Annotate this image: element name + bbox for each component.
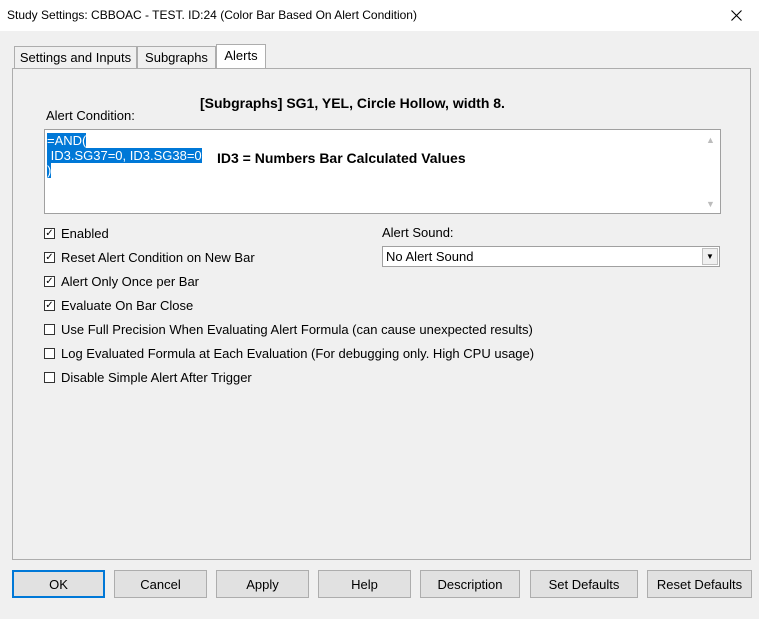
checkbox-box[interactable]: ✓	[44, 275, 55, 287]
reset-defaults-button[interactable]: Reset Defaults	[647, 570, 752, 598]
formula-line-2: ID3.SG37=0, ID3.SG38=0	[47, 148, 202, 163]
title-bar: Study Settings: CBBOAC - TEST. ID:24 (Co…	[0, 0, 759, 31]
chevron-down-icon[interactable]: ▼	[702, 248, 718, 265]
alert-sound-label: Alert Sound:	[382, 225, 454, 240]
checkbox-label: Use Full Precision When Evaluating Alert…	[61, 321, 533, 337]
alert-condition-input[interactable]: =AND( ID3.SG37=0, ID3.SG38=0 ) ▲ ▼	[44, 129, 721, 214]
enabled-checkbox[interactable]: ✓ Enabled	[44, 224, 109, 242]
subgraph-heading: [Subgraphs] SG1, YEL, Circle Hollow, wid…	[200, 95, 505, 111]
checkbox-box[interactable]: ✓	[44, 227, 55, 239]
window-title: Study Settings: CBBOAC - TEST. ID:24 (Co…	[7, 8, 417, 22]
checkbox-box[interactable]: ✓	[44, 299, 55, 311]
alert-condition-label: Alert Condition:	[46, 108, 135, 123]
set-defaults-button[interactable]: Set Defaults	[530, 570, 638, 598]
checkbox-label: Evaluate On Bar Close	[61, 297, 194, 313]
close-icon	[730, 10, 742, 21]
scroll-down-icon[interactable]: ▼	[702, 195, 719, 212]
checkbox-label: Enabled	[61, 225, 109, 241]
checkbox-box[interactable]: ✓	[44, 251, 55, 263]
formula-scrollbar[interactable]: ▲ ▼	[702, 131, 719, 212]
checkbox-box[interactable]	[44, 323, 55, 335]
full-precision-checkbox[interactable]: Use Full Precision When Evaluating Alert…	[44, 320, 533, 338]
apply-button[interactable]: Apply	[216, 570, 309, 598]
cancel-button[interactable]: Cancel	[114, 570, 207, 598]
log-formula-checkbox[interactable]: Log Evaluated Formula at Each Evaluation…	[44, 344, 534, 362]
checkbox-box[interactable]	[44, 347, 55, 359]
checkbox-label: Disable Simple Alert After Trigger	[61, 369, 252, 385]
checkbox-label: Log Evaluated Formula at Each Evaluation…	[61, 345, 535, 361]
checkbox-box[interactable]	[44, 371, 55, 383]
close-button[interactable]	[713, 0, 759, 31]
checkbox-label: Alert Only Once per Bar	[61, 273, 199, 289]
tab-subgraphs[interactable]: Subgraphs	[137, 46, 216, 68]
scroll-up-icon[interactable]: ▲	[702, 131, 719, 148]
description-button[interactable]: Description	[420, 570, 520, 598]
tab-settings-and-inputs[interactable]: Settings and Inputs	[14, 46, 137, 68]
alert-once-checkbox[interactable]: ✓ Alert Only Once per Bar	[44, 272, 199, 290]
evaluate-on-close-checkbox[interactable]: ✓ Evaluate On Bar Close	[44, 296, 193, 314]
formula-annotation: ID3 = Numbers Bar Calculated Values	[217, 150, 466, 166]
reset-alert-checkbox[interactable]: ✓ Reset Alert Condition on New Bar	[44, 248, 255, 266]
alert-sound-select[interactable]: No Alert Sound ▼	[382, 246, 720, 267]
formula-line-3: )	[47, 163, 52, 178]
help-button[interactable]: Help	[318, 570, 411, 598]
disable-simple-alert-checkbox[interactable]: Disable Simple Alert After Trigger	[44, 368, 252, 386]
checkbox-label: Reset Alert Condition on New Bar	[61, 249, 255, 265]
alert-sound-value: No Alert Sound	[386, 249, 474, 264]
formula-line-1: =AND(	[47, 133, 87, 148]
tab-alerts[interactable]: Alerts	[216, 44, 266, 68]
ok-button[interactable]: OK	[12, 570, 105, 598]
